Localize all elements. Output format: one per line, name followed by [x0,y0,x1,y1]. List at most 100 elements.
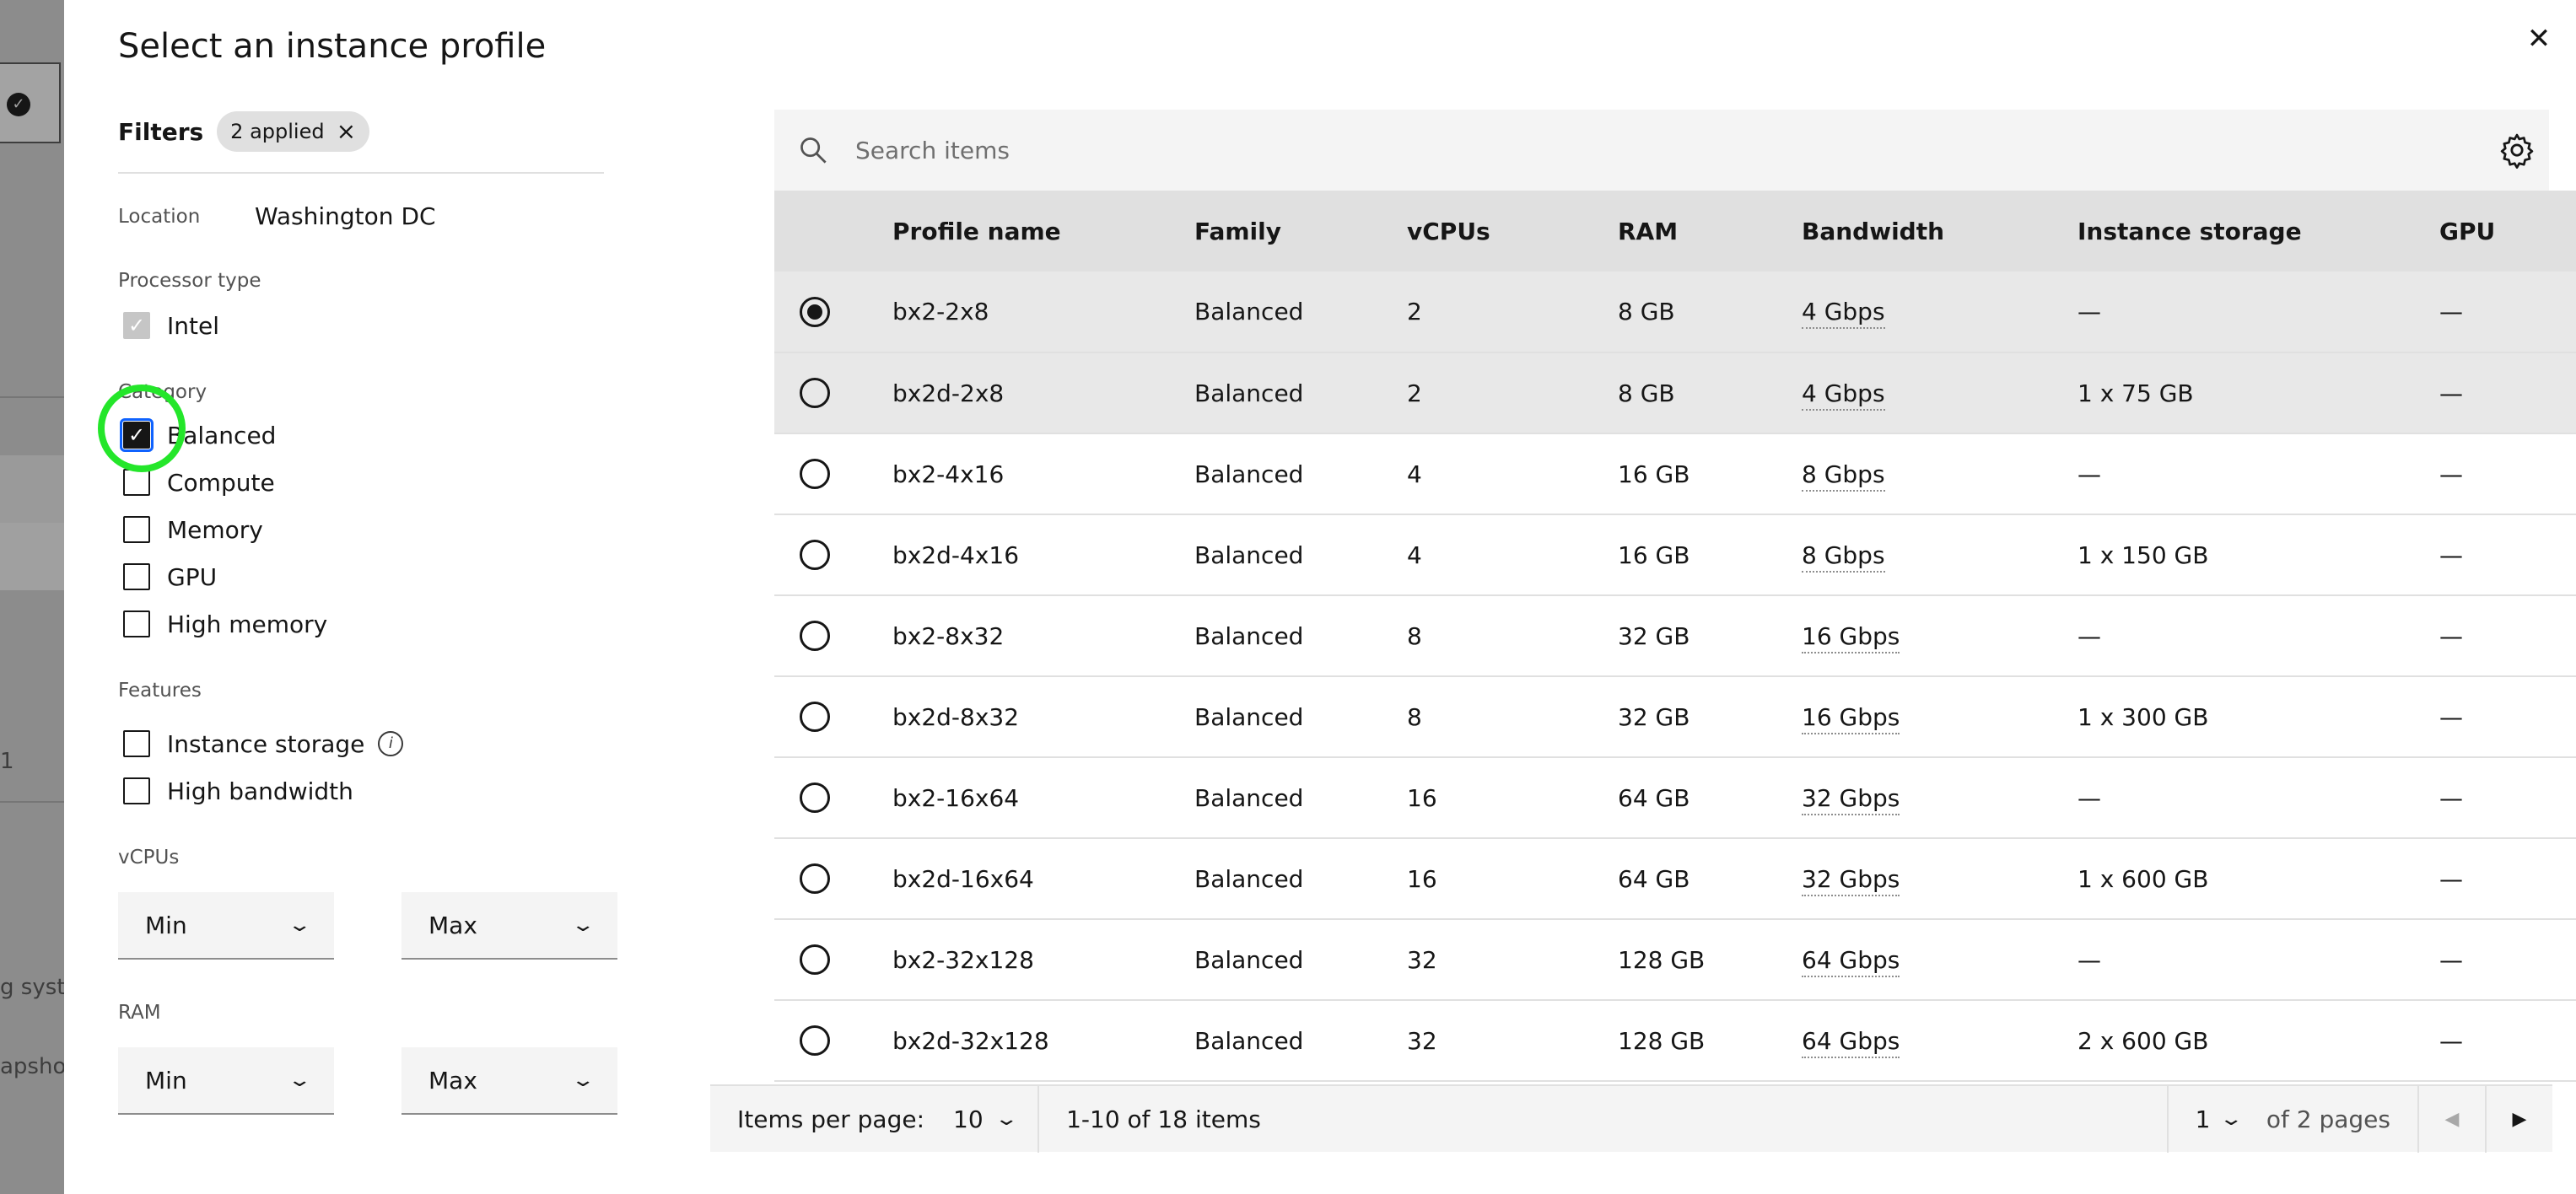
select-cell [774,514,892,596]
chevron-down-icon: ⌄ [570,1069,595,1091]
checkbox-icon[interactable] [123,516,150,543]
table-row[interactable]: bx2-16x64 Balanced 16 64 GB 32 Gbps — — [774,757,2576,839]
checkbox-gpu[interactable]: GPU [123,558,217,595]
checkbox-memory[interactable]: Memory [123,511,263,548]
column-header-ram[interactable]: RAM [1618,191,1802,272]
chip-label: 2 applied [230,120,325,143]
table-row[interactable]: bx2d-32x128 Balanced 32 128 GB 64 Gbps 2 x 60… [774,1000,2576,1082]
clear-filters-icon[interactable]: × [337,120,356,143]
family-cell-text: Balanced [1194,541,1304,569]
vcpus-cell: 2 [1407,272,1618,353]
items-per-page-select[interactable]: 10 ⌄ [953,1105,1019,1133]
profile-name-cell-text: bx2-8x32 [892,621,1005,650]
column-header-family[interactable]: Family [1194,191,1407,272]
search-input[interactable] [855,125,2374,175]
table-row[interactable]: bx2d-16x64 Balanced 16 64 GB 32 Gbps 1 x 600 … [774,838,2576,920]
ram-cell-text: 32 GB [1618,702,1690,731]
profile-name-cell: bx2d-8x32 [892,676,1194,758]
ram-cell-text: 64 GB [1618,864,1690,893]
checkbox-intel[interactable]: ✓ Intel [123,307,219,344]
column-header-instance-storage[interactable]: Instance storage [2078,191,2439,272]
checkbox-icon[interactable] [123,563,150,590]
gpu-cell: — [2439,838,2576,920]
family-cell: Balanced [1194,676,1407,758]
processor-type-label: Processor type [118,270,261,292]
profile-name-cell-text: bx2d-32x128 [892,1026,1049,1055]
vcpus-label: vCPUs [118,847,180,869]
table-row[interactable]: bx2d-2x8 Balanced 2 8 GB 4 Gbps 1 x 75 GB — [774,352,2576,434]
radio-button[interactable] [800,378,830,408]
profile-name-cell-text: bx2d-16x64 [892,864,1034,893]
bandwidth-cell-text[interactable]: 4 Gbps [1802,379,1885,411]
features-label: Features [118,680,202,702]
radio-button[interactable] [800,459,830,489]
radio-button[interactable] [800,863,830,894]
bandwidth-cell-text[interactable]: 64 Gbps [1802,1026,1900,1058]
checkbox-label: Instance storage [167,729,365,758]
select-cell [774,757,892,839]
bandwidth-cell-text[interactable]: 8 Gbps [1802,541,1885,573]
checkbox-icon[interactable] [123,777,150,804]
radio-button[interactable] [800,296,830,327]
gear-icon[interactable] [2498,132,2536,169]
location-value: Washington DC [255,202,436,230]
info-icon[interactable]: i [378,731,404,756]
bandwidth-cell-text[interactable]: 64 Gbps [1802,945,1900,977]
checkbox-checked-icon[interactable]: ✓ [123,312,150,339]
table-row[interactable]: bx2d-4x16 Balanced 4 16 GB 8 Gbps 1 x 150 GB — [774,514,2576,596]
radio-button[interactable] [800,1025,830,1056]
previous-page-button[interactable]: ◀ [2417,1085,2485,1153]
table-row[interactable]: bx2-4x16 Balanced 4 16 GB 8 Gbps — — [774,433,2576,515]
radio-button[interactable] [800,621,830,651]
radio-button[interactable] [800,540,830,570]
bandwidth-cell-text[interactable]: 8 Gbps [1802,460,1885,492]
radio-button[interactable] [800,783,830,813]
ram-max-dropdown[interactable]: Max ⌄ [401,1047,617,1115]
instance-storage-cell-text: — [2078,298,2101,325]
family-cell: Balanced [1194,838,1407,920]
column-header-bandwidth[interactable]: Bandwidth [1802,191,2078,272]
vcpus-max-dropdown[interactable]: Max ⌄ [401,892,617,960]
column-header-gpu[interactable]: GPU [2439,191,2576,272]
radio-button[interactable] [800,944,830,975]
column-header-profile-name[interactable]: Profile name [892,191,1194,272]
checkbox-high-memory[interactable]: High memory [123,605,327,643]
close-icon[interactable]: ✕ [2519,19,2559,59]
gpu-cell-text: — [2439,945,2463,974]
bandwidth-cell: 32 Gbps [1802,838,2078,920]
checkbox-icon[interactable] [123,610,150,637]
table-row[interactable]: bx2d-8x32 Balanced 8 32 GB 16 Gbps 1 x 300 GB… [774,676,2576,758]
checkbox-icon[interactable] [123,469,150,496]
instance-storage-cell-text: 1 x 600 GB [2078,864,2209,893]
bandwidth-cell-text[interactable]: 32 Gbps [1802,783,1900,815]
instance-storage-cell: — [2078,272,2439,353]
profile-name-cell-text: bx2-4x16 [892,460,1005,488]
checkbox-icon[interactable] [123,730,150,757]
table-row[interactable]: bx2-2x8 Balanced 2 8 GB 4 Gbps — — [774,272,2576,353]
ram-cell-text: 8 GB [1618,298,1675,325]
radio-button[interactable] [800,702,830,732]
checkbox-instance-storage[interactable]: Instance storage i [123,725,404,762]
bandwidth-cell-text[interactable]: 16 Gbps [1802,621,1900,653]
gpu-cell: — [2439,595,2576,677]
profile-name-cell: bx2-16x64 [892,757,1194,839]
next-page-button[interactable]: ▶ [2485,1085,2552,1153]
checkbox-high-bandwidth[interactable]: High bandwidth [123,772,353,809]
highlight-ring [98,385,186,472]
profile-name-cell-text: bx2-2x8 [892,298,989,325]
bandwidth-cell-text[interactable]: 32 Gbps [1802,864,1900,896]
page-select[interactable]: 1 ⌄ [2166,1085,2266,1153]
table-row[interactable]: bx2-8x32 Balanced 8 32 GB 16 Gbps — — [774,595,2576,677]
vcpus-min-dropdown[interactable]: Min ⌄ [118,892,334,960]
instance-storage-cell-text: 1 x 150 GB [2078,541,2209,569]
bandwidth-cell-text[interactable]: 16 Gbps [1802,702,1900,734]
chevron-down-icon: ⌄ [570,914,595,936]
bandwidth-cell-text[interactable]: 4 Gbps [1802,298,1885,329]
profile-name-cell-text: bx2d-2x8 [892,379,1005,407]
instance-storage-cell-text: 1 x 300 GB [2078,702,2209,731]
ram-min-dropdown[interactable]: Min ⌄ [118,1047,334,1115]
family-cell-text: Balanced [1194,379,1304,407]
items-per-page-value: 10 [953,1105,984,1133]
column-header-vcpus[interactable]: vCPUs [1407,191,1618,272]
table-row[interactable]: bx2-32x128 Balanced 32 128 GB 64 Gbps — — [774,919,2576,1001]
